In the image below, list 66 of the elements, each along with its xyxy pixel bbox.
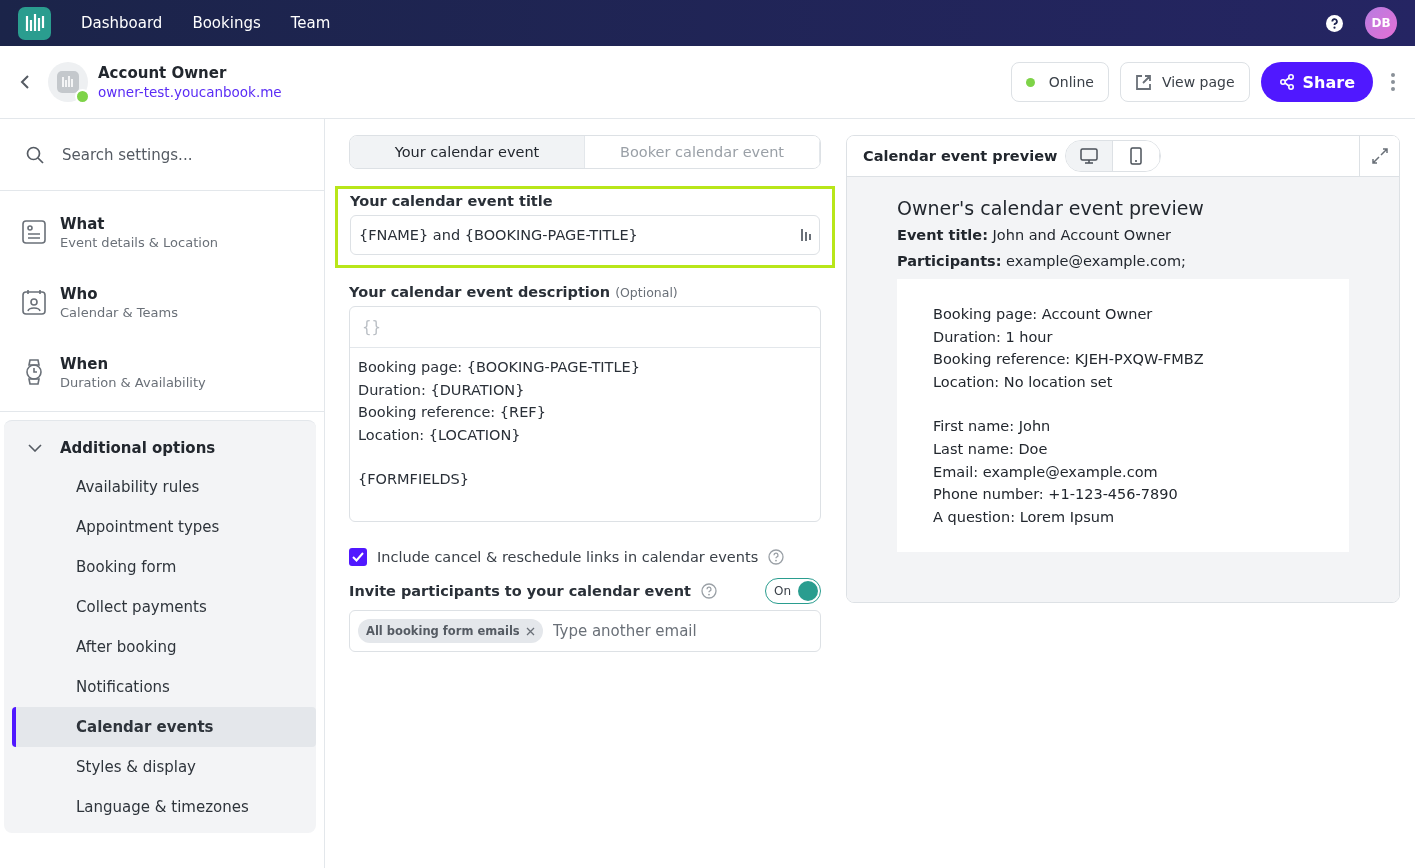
section-subtitle: Duration & Availability [60,374,206,390]
description-field[interactable]: {} Booking page: {BOOKING-PAGE-TITLE} Duration: {DURATION} Booking reference: {REF} Location: {LOCATION} {FORMFIELDS} [349,306,821,522]
calendar-person-icon [22,289,46,315]
preview-heading: Owner's calendar event preview [897,197,1205,219]
section-subtitle: Calendar & Teams [60,304,178,320]
expand-icon[interactable] [1359,136,1399,176]
menu-item[interactable]: Calendar events [12,707,316,747]
participants-text: Participants: example@example.com; [897,253,1187,269]
phone-icon [1129,147,1144,165]
help-icon[interactable] [1326,14,1343,32]
menu-item[interactable]: Availability rules [12,467,316,507]
menu-item[interactable]: Language & timezones [12,787,316,827]
email-field[interactable]: All booking form emails Type another email [349,610,821,652]
checkbox[interactable] [349,548,367,566]
nav-link[interactable]: Team [290,14,331,32]
menu-item[interactable]: Collect payments [12,587,316,627]
share-button[interactable]: Share [1260,62,1373,102]
description-line: First name: John [933,417,1052,437]
description-line: Location: No location set [933,372,1114,392]
menu-item[interactable]: Appointment types [12,507,316,547]
external-link-icon [1134,73,1152,91]
menu-item[interactable]: Notifications [12,667,316,707]
section-subtitle: Event details & Location [60,234,219,250]
status-button[interactable]: Online [1010,62,1109,102]
tab[interactable]: Your calendar event [350,136,585,168]
description-line: Duration: 1 hour [933,327,1054,347]
event-title-text: Event title: John and Account Owner [897,227,1173,243]
menu-item[interactable]: Styles & display [12,747,316,787]
description-line: Last name: Doe [933,439,1049,459]
description-line: Email: example@example.com [933,462,1159,482]
description-line: Booking reference: KJEH-PXQW-FMBZ [933,350,1205,370]
section-title[interactable]: What [60,214,219,233]
monitor-icon [1080,147,1099,165]
panel-title: Calendar event preview [863,148,1058,164]
field-label: Invite participants to your calendar event [349,583,691,599]
section-title[interactable]: Who [60,284,178,303]
email-tag: All booking form emails [358,619,543,643]
title-field[interactable]: {FNAME} and {BOOKING-PAGE-TITLE} [350,215,820,255]
description-line: A question: Lorem Ipsum [933,507,1115,527]
booking-page-link[interactable]: owner-test.youcanbook.me [98,83,282,100]
device-toggle[interactable] [1066,141,1114,171]
logo-icon[interactable] [18,6,51,40]
toggle-switch[interactable]: On [765,578,821,604]
more-menu-icon[interactable] [1391,73,1395,91]
checkbox-label: Include cancel & reschedule links in calendar events [377,549,759,565]
nav-link[interactable]: Dashboard [81,14,163,32]
id-card-icon [22,220,46,244]
description-line: Phone number: +1-123-456-7890 [933,485,1179,505]
menu-item[interactable]: After booking [12,627,316,667]
close-icon[interactable] [525,626,535,636]
description-line: Booking page: Account Owner [933,305,1154,324]
back-chevron-icon[interactable] [20,74,30,90]
field-label: Your calendar event description (Optional) [349,284,679,300]
chevron-icon [28,444,42,452]
view-page-button[interactable]: View page [1119,62,1250,102]
variable-icon[interactable] [801,228,812,242]
group-toggle[interactable]: Additional options [4,429,240,467]
field-label: Your calendar event title [350,193,554,209]
section-title[interactable]: When [60,354,206,373]
share-icon [1278,74,1295,90]
nav-link[interactable]: Bookings [192,14,261,32]
description-text: Booking page: {BOOKING-PAGE-TITLE} Duration: {DURATION} Booking reference: {REF} Location: {LOCATION} {FORMFIELDS} [357,358,641,490]
account-name: Account Owner [98,63,228,82]
menu-item[interactable]: Booking form [12,547,316,587]
logo-icon [57,71,79,93]
search-icon [26,145,44,164]
